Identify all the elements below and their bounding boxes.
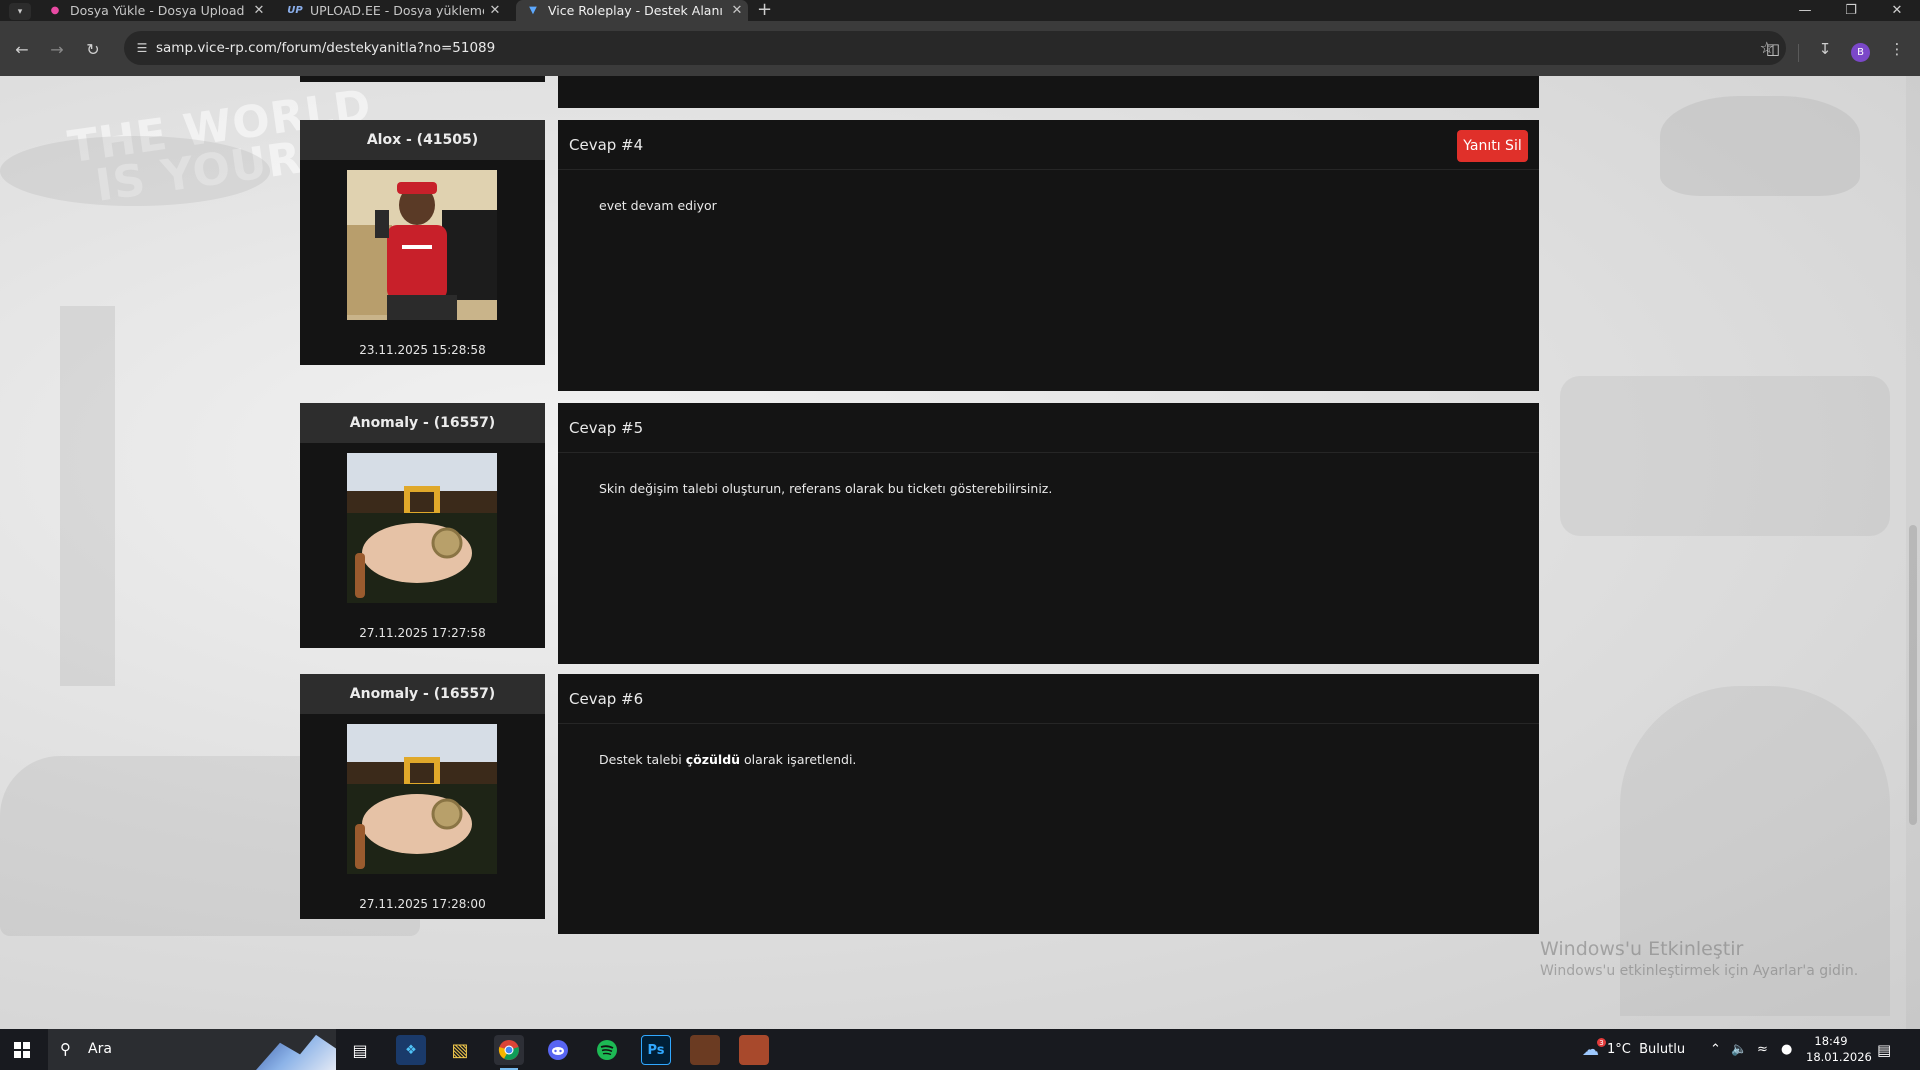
tab-dosya-yukle[interactable]: ● Dosya Yükle - Dosya Upload ✕ — [38, 0, 270, 21]
snipping-tool-icon[interactable]: ❖ — [396, 1035, 426, 1065]
tab-vice-roleplay[interactable]: ▼ Vice Roleplay - Destek Alanı ✕ — [516, 0, 748, 21]
browser-tab-strip: ▾ ● Dosya Yükle - Dosya Upload ✕ UP UPLO… — [0, 0, 1920, 21]
post-date: 27.11.2025 17:27:58 — [359, 626, 486, 640]
activation-watermark-title: Windows'u Etkinleştir — [1540, 938, 1744, 960]
post-title: Cevap #5 — [569, 418, 644, 437]
post-title: Cevap #6 — [569, 689, 644, 708]
site-settings-icon[interactable]: ☰ — [134, 40, 150, 56]
weather-widget[interactable]: ☁ 1°C Bulutlu — [1582, 1029, 1685, 1070]
search-icon: ⚲ — [60, 1040, 71, 1058]
previous-user-card-edge — [300, 76, 545, 82]
post-header: Cevap #5 — [558, 403, 1539, 453]
windows-taskbar: ⚲ Ara ▤ ❖ ▧ Ps ☁ 1°C Bulutlu ⌃ 🔈 ≈ ● 18:… — [0, 1029, 1920, 1070]
reload-icon[interactable]: ↻ — [81, 37, 105, 61]
weather-alert-badge: 3 — [1597, 1038, 1606, 1047]
search-placeholder: Ara — [88, 1041, 112, 1057]
post-header: Cevap #6 — [558, 674, 1539, 724]
person-red-shirt-avatar — [347, 170, 497, 320]
profile-avatar[interactable]: B — [1851, 43, 1870, 62]
background-lighthouse — [60, 306, 115, 686]
browser-menu-icon[interactable]: ⋮ — [1885, 37, 1909, 61]
spotify-icon[interactable] — [592, 1035, 622, 1065]
new-tab-icon[interactable]: + — [757, 1, 772, 19]
minimize-icon[interactable]: — — [1782, 0, 1828, 21]
restore-icon[interactable]: ❐ — [1828, 0, 1874, 21]
speaker-icon[interactable]: 🔈 — [1731, 1029, 1747, 1070]
search-highlight-art — [256, 1034, 336, 1070]
user-card: Anomaly - (16557) 27.11.2025 17:28:00 — [300, 674, 545, 919]
tab-close-icon[interactable]: ✕ — [484, 3, 506, 18]
hidden-icons-chevron-icon[interactable]: ⌃ — [1710, 1029, 1721, 1070]
background-blimp — [0, 136, 270, 206]
download-icon[interactable]: ↧ — [1813, 37, 1837, 61]
resolved-status-text: çözüldü — [685, 752, 741, 767]
tab-title: UPLOAD.EE - Dosya yükleme ta — [310, 3, 484, 18]
back-arrow-icon[interactable]: ← — [10, 37, 34, 61]
user-name[interactable]: Anomaly - (16557) — [300, 674, 545, 714]
microphone-icon[interactable]: ● — [1781, 1029, 1792, 1070]
forward-arrow-icon[interactable]: → — [45, 37, 69, 61]
taskbar-search-box[interactable]: ⚲ Ara — [48, 1029, 336, 1070]
reply-post: Cevap #5 Skin değişim talebi oluşturun, … — [558, 403, 1539, 664]
tab-close-icon[interactable]: ✕ — [248, 3, 270, 18]
browser-toolbar: ← → ↻ ☰ samp.vice-rp.com/forum/destekyan… — [0, 21, 1920, 76]
tab-search-dropdown-icon[interactable]: ▾ — [9, 3, 31, 20]
user-name[interactable]: Alox - (41505) — [300, 120, 545, 160]
post-body: Destek talebi çözüldü olarak işaretlendi… — [599, 752, 857, 767]
tab-title: Vice Roleplay - Destek Alanı — [548, 3, 723, 18]
game-launcher-icon[interactable] — [690, 1035, 720, 1065]
up-logo-icon: UP — [287, 5, 303, 16]
file-explorer-icon[interactable]: ▧ — [445, 1035, 475, 1065]
task-view-icon[interactable]: ▤ — [345, 1035, 375, 1065]
vice-logo-icon: ▼ — [529, 5, 537, 16]
system-clock[interactable]: 18:49 18.01.2026 — [1806, 1033, 1872, 1065]
delete-reply-button[interactable]: Yanıtı Sil — [1457, 130, 1528, 162]
user-card: Alox - (41505) 23.11.2025 15:28:58 — [300, 120, 545, 365]
tab-title: Dosya Yükle - Dosya Upload — [70, 3, 245, 18]
post-date: 27.11.2025 17:28:00 — [359, 897, 486, 911]
discord-icon[interactable] — [543, 1035, 573, 1065]
activation-watermark-text: Windows'u etkinleştirmek için Ayarlar'a … — [1540, 963, 1859, 979]
hand-cigar-watch-avatar — [347, 453, 497, 603]
post-title: Cevap #4 — [569, 135, 644, 154]
tab-upload-ee[interactable]: UP UPLOAD.EE - Dosya yükleme ta ✕ — [278, 0, 506, 21]
notifications-icon[interactable]: ▤ — [1877, 1029, 1891, 1070]
extensions-puzzle-icon[interactable]: ◫ — [1761, 37, 1785, 61]
window-close-icon[interactable]: ✕ — [1874, 0, 1920, 21]
post-body: evet devam ediyor — [599, 198, 717, 213]
photoshop-icon[interactable]: Ps — [641, 1035, 671, 1065]
post-body: Skin değişim talebi oluşturun, referans … — [599, 481, 1053, 496]
reply-post: Cevap #4 Yanıtı Sil evet devam ediyor — [558, 120, 1539, 391]
gta-vice-city-icon[interactable] — [739, 1035, 769, 1065]
post-date: 23.11.2025 15:28:58 — [359, 343, 486, 357]
toolbar-separator — [1798, 44, 1799, 62]
forum-page: THE WORLD IS YOURS Alox - (41505) 23.11.… — [0, 76, 1920, 1029]
chrome-icon[interactable] — [494, 1035, 524, 1070]
hand-cigar-watch-avatar — [347, 724, 497, 874]
reply-post: Cevap #6 Destek talebi çözüldü olarak iş… — [558, 674, 1539, 934]
pink-drop-icon: ● — [50, 5, 60, 16]
windows-start-icon[interactable] — [14, 1042, 30, 1058]
page-scrollbar-thumb[interactable] — [1909, 525, 1917, 825]
tab-close-icon[interactable]: ✕ — [726, 3, 748, 18]
post-header: Cevap #4 — [558, 120, 1539, 170]
weather-text: 1°C Bulutlu — [1607, 1042, 1686, 1057]
user-card: Anomaly - (16557) 27.11.2025 17:27:58 — [300, 403, 545, 648]
background-helicopter — [1660, 96, 1860, 196]
url-text[interactable]: samp.vice-rp.com/forum/destekyanitla?no=… — [156, 40, 495, 56]
background-yacht — [1560, 376, 1890, 536]
user-name[interactable]: Anomaly - (16557) — [300, 403, 545, 443]
network-icon[interactable]: ≈ — [1757, 1029, 1768, 1070]
previous-post-edge — [558, 76, 1539, 108]
address-bar[interactable]: ☰ samp.vice-rp.com/forum/destekyanitla?n… — [124, 31, 1786, 65]
